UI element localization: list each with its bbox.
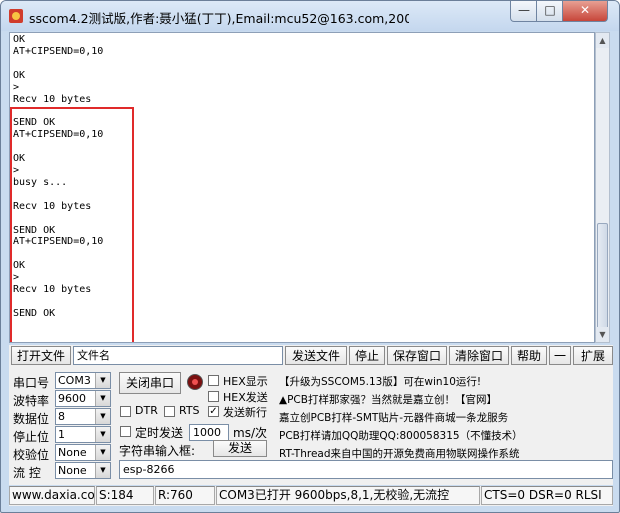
parity-value: None	[58, 446, 87, 459]
port-label: 串口号	[13, 376, 50, 390]
rts-checkbox[interactable]	[164, 406, 175, 417]
info-line-2[interactable]: ▲PCB打样那家强？当然就是嘉立创！【官网】	[279, 391, 613, 409]
flow-select[interactable]: None ▼	[55, 462, 111, 479]
save-window-button[interactable]: 保存窗口	[387, 346, 447, 365]
highlight-box	[10, 107, 134, 342]
open-file-button[interactable]: 打开文件	[11, 346, 71, 365]
dtr-label: DTR	[135, 404, 158, 417]
stopbits-label: 停止位	[13, 430, 50, 444]
info-line-1[interactable]: 【升级为SSCOM5.13版】可在win10运行!	[279, 373, 613, 391]
send-file-button[interactable]: 发送文件	[285, 346, 347, 365]
chevron-down-icon: ▼	[95, 445, 110, 460]
send-button[interactable]: 发送	[213, 440, 267, 457]
stopbits-select[interactable]: 1 ▼	[55, 426, 111, 443]
receive-scrollbar[interactable]: ▲ ▼	[595, 32, 610, 343]
send-newline-checkbox[interactable]: ✓	[208, 406, 219, 417]
info-line-3[interactable]: 嘉立创PCB打样-SMT贴片-元器件商城一条龙服务	[279, 409, 613, 427]
hex-display-label: HEX显示	[223, 375, 268, 388]
stop-button[interactable]: 停止	[349, 346, 385, 365]
rts-label: RTS	[179, 404, 200, 417]
recv-count: R:760	[155, 486, 215, 505]
help-button[interactable]: 帮助	[511, 346, 547, 365]
status-bar: www.daxia.cor S:184 R:760 COM3已打开 9600bp…	[9, 486, 613, 506]
baud-value: 9600	[58, 392, 86, 405]
databits-select[interactable]: 8 ▼	[55, 408, 111, 425]
chevron-down-icon: ▼	[95, 373, 110, 388]
port-status-icon	[187, 374, 203, 390]
app-icon	[9, 9, 23, 23]
signal-status: CTS=0 DSR=0 RLSI	[481, 486, 613, 505]
info-line-5[interactable]: RT-Thread来自中国的开源免费商用物联网操作系统	[279, 445, 613, 463]
scroll-up-icon[interactable]: ▲	[596, 33, 609, 48]
app-window: sscom4.2测试版,作者:聂小猛(丁丁),Email:mcu52@163.c…	[0, 0, 620, 513]
databits-value: 8	[58, 410, 65, 423]
hex-send-checkbox[interactable]	[208, 391, 219, 402]
stopbits-value: 1	[58, 428, 65, 441]
scroll-down-icon[interactable]: ▼	[596, 327, 609, 342]
interval-input[interactable]: 1000	[189, 424, 229, 441]
close-button[interactable]: ✕	[562, 1, 608, 22]
timed-send-label: 定时发送	[135, 426, 184, 440]
chevron-down-icon: ▼	[95, 409, 110, 424]
chevron-down-icon: ▼	[95, 427, 110, 442]
databits-label: 数据位	[13, 412, 50, 426]
parity-label: 校验位	[13, 448, 50, 462]
port-select[interactable]: COM3 ▼	[55, 372, 111, 389]
baud-label: 波特率	[13, 394, 50, 408]
hex-send-label: HEX发送	[223, 391, 268, 404]
title-bar[interactable]: sscom4.2测试版,作者:聂小猛(丁丁),Email:mcu52@163.c…	[1, 1, 619, 31]
flow-label: 流 控	[13, 466, 41, 480]
close-port-button[interactable]: 关闭串口	[119, 372, 181, 394]
maximize-button[interactable]: □	[536, 1, 564, 22]
input-label: 字符串输入框:	[119, 444, 196, 458]
flow-value: None	[58, 464, 87, 477]
timed-send-checkbox[interactable]	[120, 426, 131, 437]
chevron-down-icon: ▼	[95, 391, 110, 406]
receive-area[interactable]: OK AT+CIPSEND=0,10 OK > Recv 10 bytes SE…	[9, 32, 595, 343]
dtr-checkbox[interactable]	[120, 406, 131, 417]
control-panel: 打开文件 文件名 发送文件 停止 保存窗口 清除窗口 帮助 一 扩展 串口号 C…	[9, 345, 613, 485]
filename-input[interactable]: 文件名	[73, 346, 283, 365]
baud-select[interactable]: 9600 ▼	[55, 390, 111, 407]
expand-button[interactable]: 扩展	[573, 346, 613, 365]
scroll-thumb[interactable]	[597, 223, 608, 333]
send-count: S:184	[96, 486, 154, 505]
info-line-4[interactable]: PCB打样请加QQ助理QQ:800058315（不懂技术）	[279, 427, 613, 445]
minimize-button[interactable]: —	[510, 1, 538, 22]
window-title: sscom4.2测试版,作者:聂小猛(丁丁),Email:mcu52@163.c…	[29, 11, 409, 26]
send-newline-label: 发送新行	[223, 406, 267, 419]
interval-unit: ms/次	[233, 426, 267, 440]
port-status: COM3已打开 9600bps,8,1,无校验,无流控	[216, 486, 480, 505]
website-link[interactable]: www.daxia.cor	[9, 486, 95, 505]
clear-window-button[interactable]: 清除窗口	[449, 346, 509, 365]
chevron-down-icon: ▼	[95, 463, 110, 478]
collapse-button[interactable]: 一	[549, 346, 571, 365]
port-value: COM3	[58, 374, 91, 387]
info-panel: 【升级为SSCOM5.13版】可在win10运行! ▲PCB打样那家强？当然就是…	[279, 373, 613, 460]
parity-select[interactable]: None ▼	[55, 444, 111, 461]
hex-display-checkbox[interactable]	[208, 375, 219, 386]
